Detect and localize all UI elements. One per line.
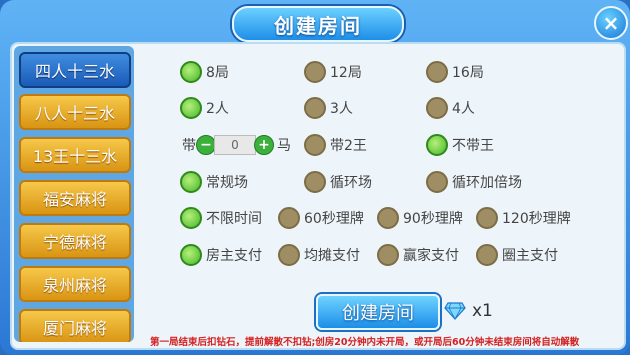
sidebar-item-quanzhou-mahjong[interactable]: 泉州麻将 [19, 266, 131, 302]
radio-selected [180, 207, 202, 229]
radio-selected [180, 97, 202, 119]
radio-unselected [426, 61, 448, 83]
option-mode-regular[interactable]: 常规场 [180, 168, 248, 196]
minus-button[interactable]: − [196, 135, 216, 155]
sidebar-item-label: 福安麻将 [42, 190, 107, 209]
option-label: 均摊支付 [304, 248, 360, 264]
option-label: 4人 [452, 101, 475, 117]
radio-unselected [426, 171, 448, 193]
option-label: 16局 [452, 65, 484, 81]
sidebar-item-label: 泉州麻将 [42, 276, 107, 295]
option-label: 3人 [330, 101, 353, 117]
radio-unselected [304, 97, 326, 119]
option-players-2[interactable]: 2人 [180, 94, 229, 122]
option-label: 90秒理牌 [403, 211, 463, 227]
option-label: 房主支付 [206, 248, 262, 264]
option-pay-winner[interactable]: 赢家支付 [377, 241, 459, 269]
option-mode-loop[interactable]: 循环场 [304, 168, 372, 196]
radio-unselected [304, 171, 326, 193]
sidebar-item-four-player-13[interactable]: 四人十三水 [19, 52, 131, 88]
radio-unselected [304, 61, 326, 83]
diamond-icon [444, 302, 466, 320]
option-label: 2人 [206, 101, 229, 117]
close-icon: × [602, 11, 620, 35]
stepper-suffix: 马 [277, 138, 291, 154]
option-label: 12局 [330, 65, 362, 81]
option-label: 常规场 [206, 175, 248, 191]
radio-selected [426, 134, 448, 156]
radio-selected [180, 171, 202, 193]
stepper-prefix: 带 [182, 138, 196, 154]
game-sidebar: 四人十三水 八人十三水 13王十三水 福安麻将 宁德麻将 泉州麻将 厦门麻将 [14, 46, 134, 342]
option-label: 不限时间 [206, 211, 262, 227]
option-no-king[interactable]: 不带王 [426, 131, 494, 159]
sidebar-item-fuan-mahjong[interactable]: 福安麻将 [19, 180, 131, 216]
create-room-label: 创建房间 [342, 303, 414, 324]
option-label: 不带王 [452, 138, 494, 154]
option-label: 8局 [206, 65, 229, 81]
sidebar-item-xiamen-mahjong[interactable]: 厦门麻将 [19, 309, 131, 342]
option-label: 循环场 [330, 175, 372, 191]
radio-selected [180, 61, 202, 83]
option-time-unlimited[interactable]: 不限时间 [180, 204, 262, 232]
option-players-4[interactable]: 4人 [426, 94, 475, 122]
diamond-cost: x1 [472, 301, 493, 321]
rules-notice: 第一局结束后扣钻石，提前解散不扣钻;创房20分钟内未开局，或开局后60分钟未结束… [150, 337, 580, 348]
radio-unselected [377, 207, 399, 229]
sidebar-item-13-king[interactable]: 13王十三水 [19, 137, 131, 173]
sidebar-item-label: 厦门麻将 [42, 319, 107, 338]
horse-count-value: 0 [214, 135, 256, 155]
radio-unselected [377, 244, 399, 266]
option-label: 带2王 [330, 138, 367, 154]
option-label: 圈主支付 [502, 248, 558, 264]
radio-unselected [426, 97, 448, 119]
option-label: 60秒理牌 [304, 211, 364, 227]
option-label: 120秒理牌 [502, 211, 571, 227]
sidebar-item-eight-player-13[interactable]: 八人十三水 [19, 94, 131, 130]
option-rounds-16[interactable]: 16局 [426, 58, 484, 86]
radio-unselected [476, 207, 498, 229]
sidebar-item-label: 八人十三水 [34, 104, 115, 123]
close-button[interactable]: × [594, 6, 628, 40]
option-pay-split[interactable]: 均摊支付 [278, 241, 360, 269]
plus-button[interactable]: + [254, 135, 274, 155]
option-label: 循环加倍场 [452, 175, 522, 191]
radio-selected [180, 244, 202, 266]
option-pay-host[interactable]: 房主支付 [180, 241, 262, 269]
option-time-120[interactable]: 120秒理牌 [476, 204, 571, 232]
option-players-3[interactable]: 3人 [304, 94, 353, 122]
sidebar-item-ningde-mahjong[interactable]: 宁德麻将 [19, 223, 131, 259]
sidebar-item-label: 宁德麻将 [42, 233, 107, 252]
option-rounds-12[interactable]: 12局 [304, 58, 362, 86]
option-mode-loop-double[interactable]: 循环加倍场 [426, 168, 522, 196]
option-rounds-8[interactable]: 8局 [180, 58, 229, 86]
option-time-60[interactable]: 60秒理牌 [278, 204, 364, 232]
radio-unselected [278, 207, 300, 229]
radio-unselected [304, 134, 326, 156]
sidebar-item-label: 13王十三水 [32, 147, 118, 166]
radio-unselected [476, 244, 498, 266]
option-label: 赢家支付 [403, 248, 459, 264]
radio-unselected [278, 244, 300, 266]
horse-stepper: 带 − 0 + 马 [182, 134, 291, 156]
title-bar: 创建房间 [232, 6, 404, 42]
create-room-button[interactable]: 创建房间 [316, 294, 440, 330]
option-time-90[interactable]: 90秒理牌 [377, 204, 463, 232]
option-pay-club-owner[interactable]: 圈主支付 [476, 241, 558, 269]
dialog-title: 创建房间 [274, 13, 362, 38]
sidebar-item-label: 四人十三水 [34, 62, 115, 81]
option-king-2[interactable]: 带2王 [304, 131, 367, 159]
